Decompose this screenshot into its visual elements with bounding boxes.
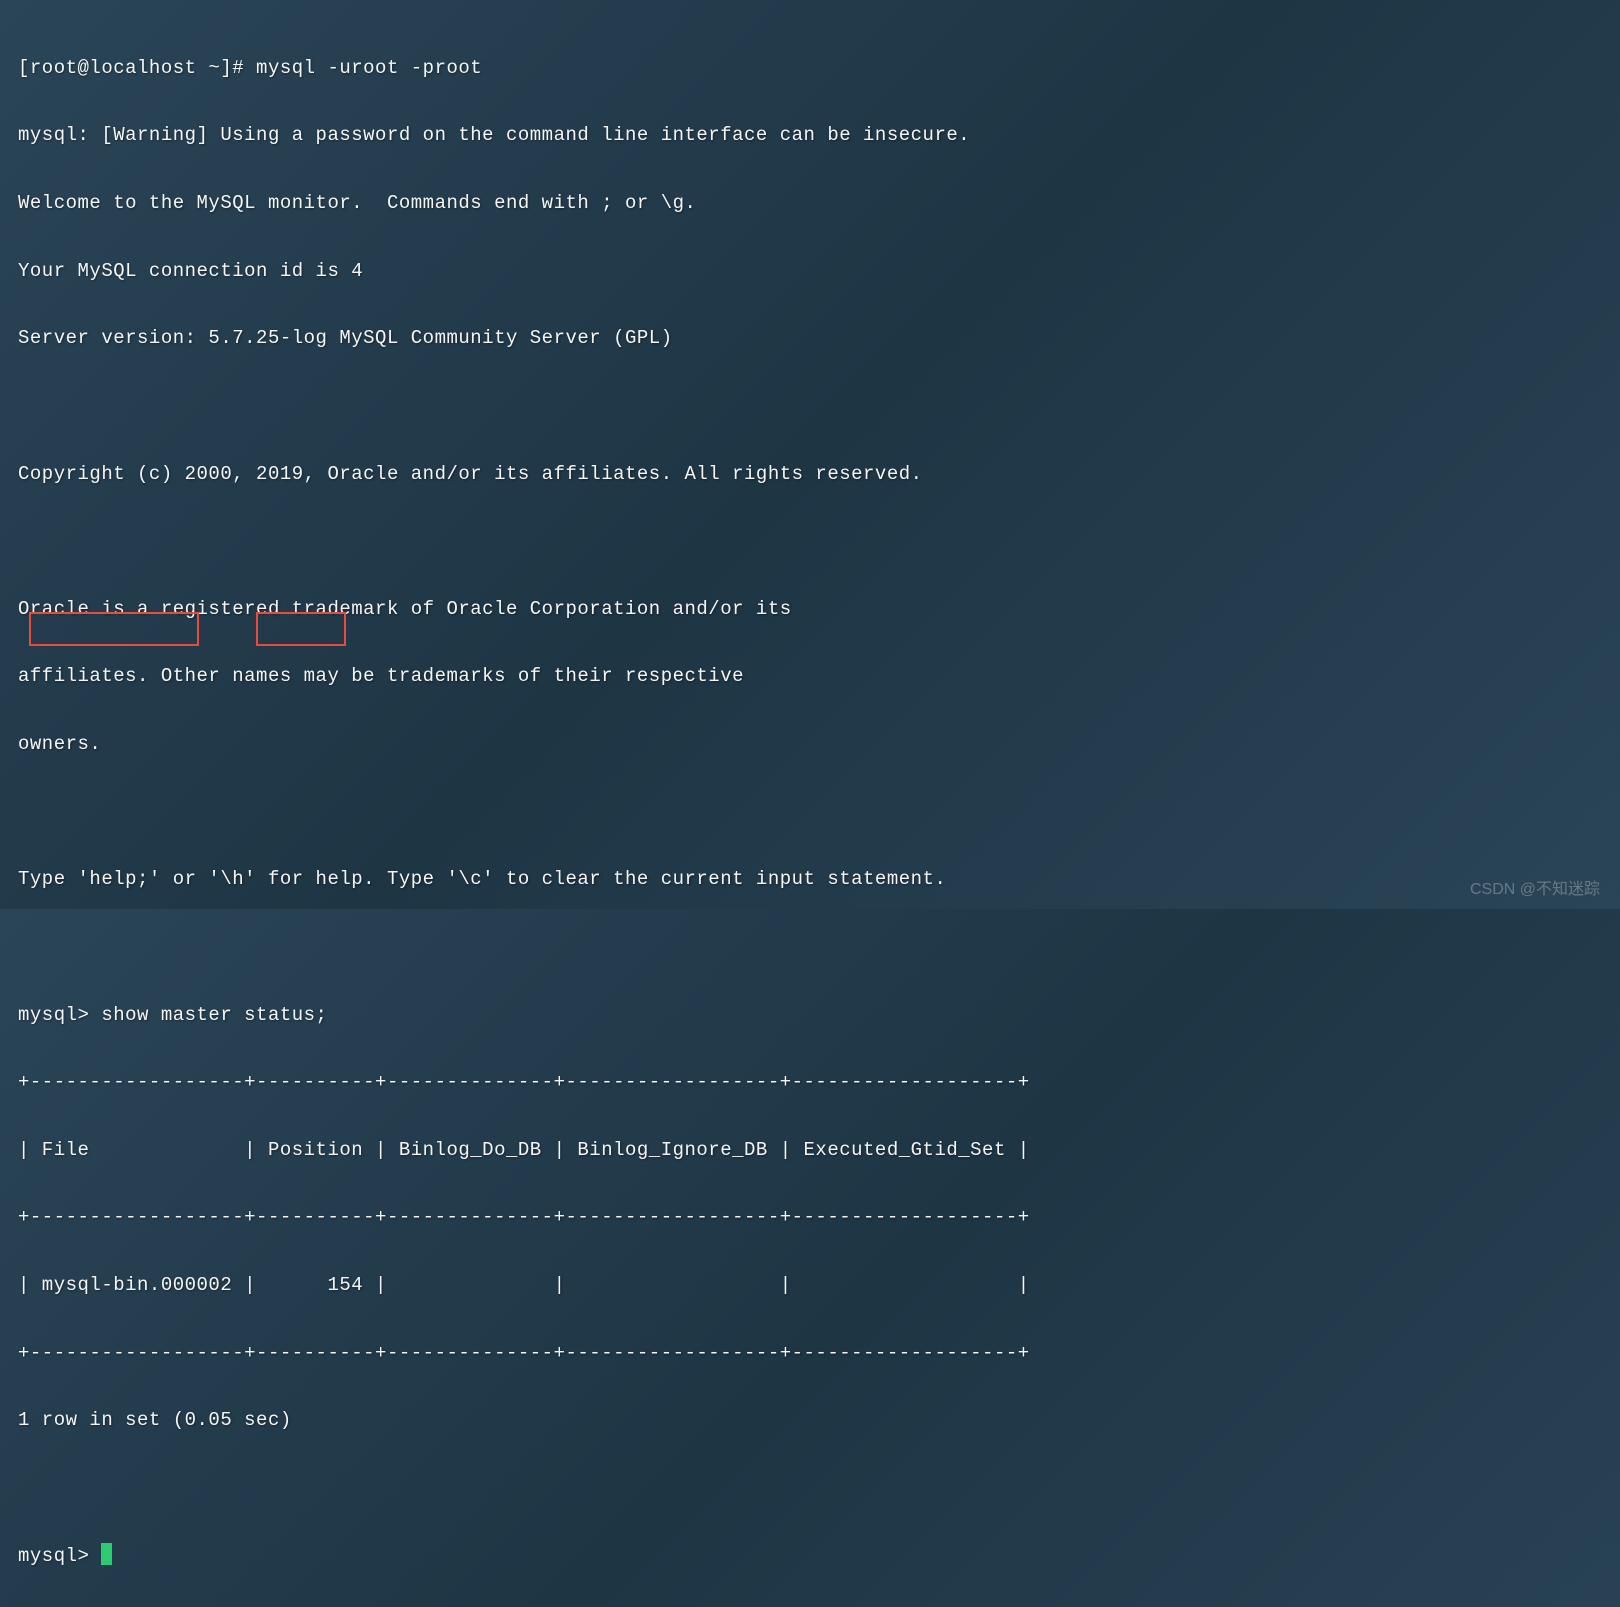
blank-line [18,931,1602,965]
table-border-top: +------------------+----------+---------… [18,1066,1602,1100]
table-border-bottom: +------------------+----------+---------… [18,1337,1602,1371]
shell-prompt-line: [root@localhost ~]# mysql -uroot -proot [18,52,1602,86]
connection-id: Your MySQL connection id is 4 [18,255,1602,289]
server-version: Server version: 5.7.25-log MySQL Communi… [18,322,1602,356]
result-summary: 1 row in set (0.05 sec) [18,1404,1602,1438]
trademark-text-1: Oracle is a registered trademark of Orac… [18,593,1602,627]
watermark-text: CSDN @不知迷踪 [1470,875,1600,899]
blank-line [18,796,1602,830]
welcome-text: Welcome to the MySQL monitor. Commands e… [18,187,1602,221]
help-text: Type 'help;' or '\h' for help. Type '\c'… [18,863,1602,897]
blank-line [18,390,1602,424]
mysql-prompt: mysql> [18,1545,101,1567]
cursor-icon [101,1543,112,1565]
blank-line [18,525,1602,559]
table-header-row: | File | Position | Binlog_Do_DB | Binlo… [18,1134,1602,1168]
table-border-mid: +------------------+----------+---------… [18,1201,1602,1235]
table-data-row: | mysql-bin.000002 | 154 | | | | [18,1269,1602,1303]
mysql-warning: mysql: [Warning] Using a password on the… [18,119,1602,153]
mysql-query: mysql> show master status; [18,999,1602,1033]
terminal-output: [root@localhost ~]# mysql -uroot -proot … [18,18,1602,1607]
trademark-text-3: owners. [18,728,1602,762]
mysql-prompt-line[interactable]: mysql> [18,1540,1602,1574]
copyright-text: Copyright (c) 2000, 2019, Oracle and/or … [18,458,1602,492]
blank-line [18,1472,1602,1506]
trademark-text-2: affiliates. Other names may be trademark… [18,660,1602,694]
